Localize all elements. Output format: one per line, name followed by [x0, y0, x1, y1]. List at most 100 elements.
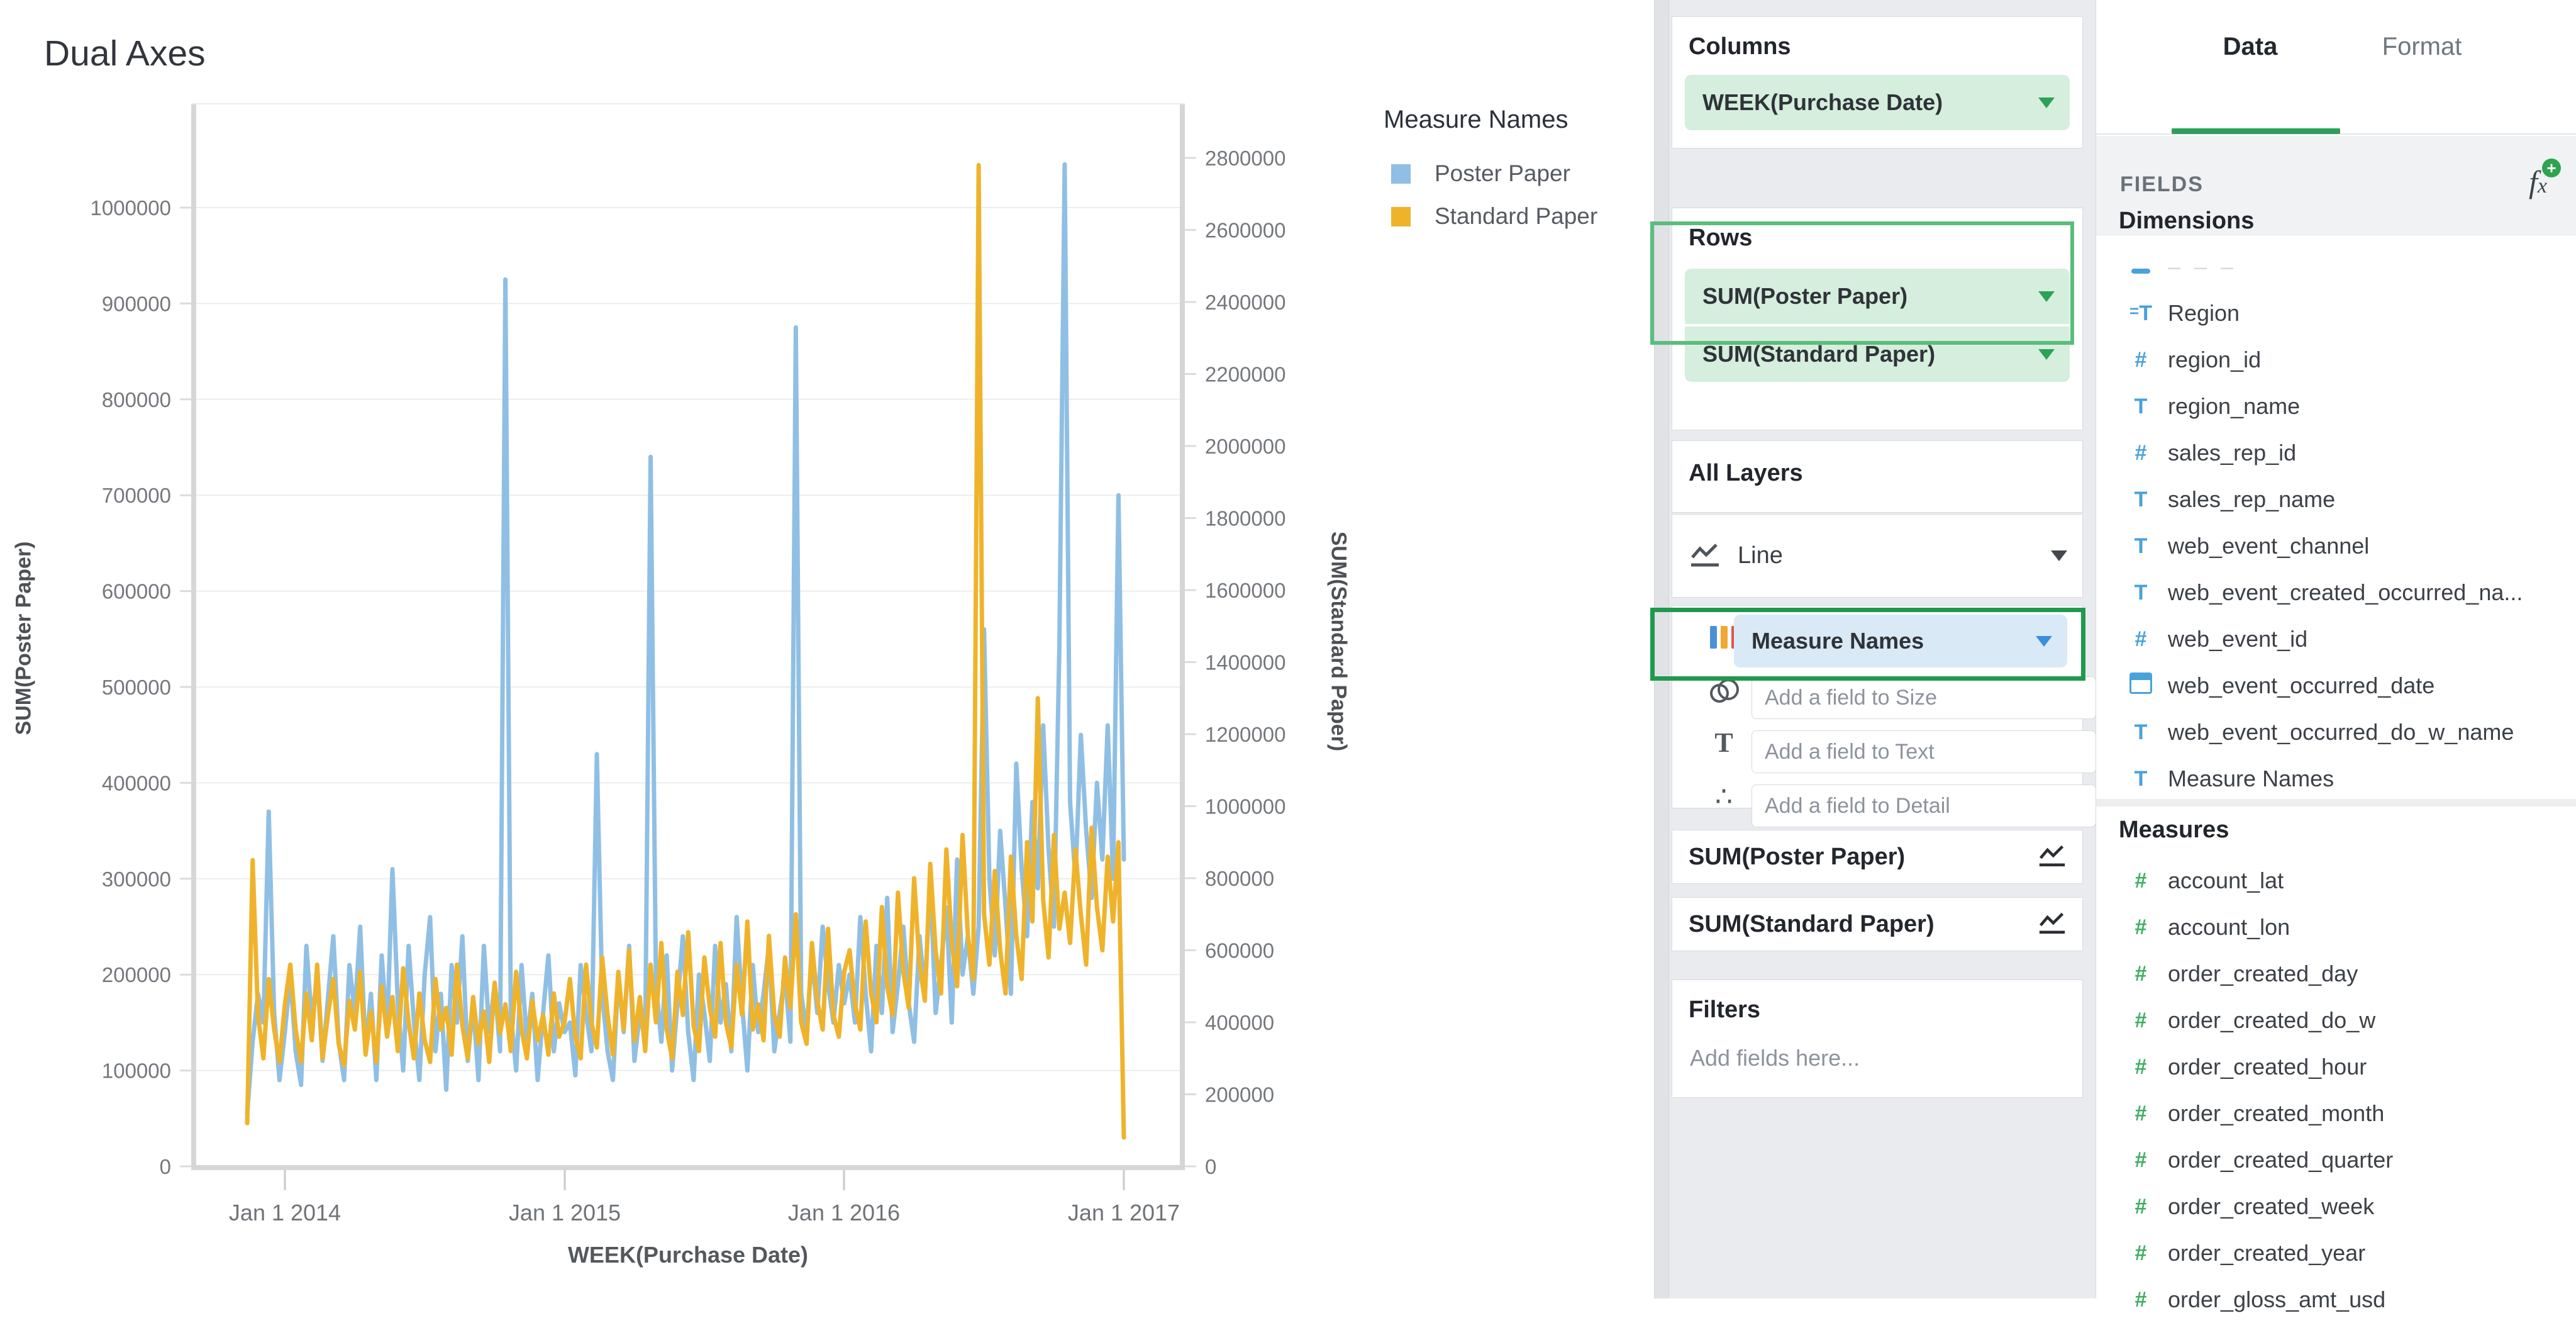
- field-row-account-lon[interactable]: # account_lon: [2096, 904, 2576, 951]
- legend-item-poster[interactable]: Poster Paper: [1384, 160, 1635, 187]
- pill-measure-names[interactable]: Measure Names: [1734, 615, 2067, 667]
- right-axis-tick-label: 1200000: [1205, 723, 1285, 746]
- create-calculated-field-icon[interactable]: fx: [2529, 164, 2547, 200]
- calculated-text-field-icon: =T: [2125, 301, 2157, 326]
- chevron-down-icon[interactable]: [2051, 550, 2067, 561]
- text-field-icon: T: [2125, 488, 2157, 512]
- mark-type-selector[interactable]: Line: [1672, 514, 2083, 598]
- measure-card-standard[interactable]: SUM(Standard Paper): [1672, 897, 2083, 951]
- calendar-icon: [2125, 673, 2157, 700]
- field-row-order-created-year[interactable]: #order_created_year: [2096, 1230, 2576, 1276]
- legend-title: Measure Names: [1384, 106, 1635, 134]
- chevron-down-icon[interactable]: [2038, 291, 2055, 302]
- field-row-region-name[interactable]: Tregion_name: [2096, 383, 2576, 430]
- number-field-icon: #: [2125, 348, 2157, 372]
- field-label: account_lon: [2168, 914, 2290, 941]
- left-axis-tick-label: 400000: [102, 771, 171, 795]
- field-label: – – –: [2168, 254, 2237, 280]
- field-row-order-gloss-amt-usd[interactable]: # order_gloss_amt_usd: [2096, 1276, 2576, 1323]
- field-row-sales-rep-name[interactable]: Tsales_rep_name: [2096, 476, 2576, 523]
- chevron-down-icon[interactable]: [2038, 98, 2055, 108]
- left-axis-tick-label: 0: [160, 1155, 171, 1178]
- chevron-down-icon[interactable]: [2036, 636, 2052, 647]
- number-field-icon: #: [2125, 962, 2157, 986]
- field-label: Measure Names: [2168, 766, 2334, 792]
- left-axis-tick-label: 200000: [102, 963, 171, 986]
- field-label: web_event_occurred_date: [2168, 673, 2434, 699]
- field-row-order-created-week[interactable]: #order_created_week: [2096, 1183, 2576, 1230]
- field-row-account-lat[interactable]: #account_lat: [2096, 857, 2576, 904]
- field-row-order-created-do-w[interactable]: #order_created_do_w: [2096, 997, 2576, 1044]
- field-label: order_created_day: [2168, 961, 2358, 987]
- field-row-web-event-occurred-date[interactable]: web_event_occurred_date: [2096, 662, 2576, 709]
- mark-type-label: Line: [1738, 542, 2051, 569]
- right-axis-title: SUM(Standard Paper): [1326, 421, 1351, 862]
- right-axis-tick-label: 200000: [1205, 1083, 1274, 1107]
- measure-card-poster[interactable]: SUM(Poster Paper): [1672, 830, 2083, 884]
- number-field-icon: #: [2125, 1008, 2157, 1033]
- field-row-web-event-created-occurred-na-[interactable]: Tweb_event_created_occurred_na...: [2096, 569, 2576, 616]
- pill-label: Measure Names: [1752, 628, 2036, 654]
- size-icon: [1705, 679, 1743, 707]
- field-row-order-created-hour[interactable]: #order_created_hour: [2096, 1044, 2576, 1090]
- x-axis-tick-label: Jan 1 2016: [788, 1200, 900, 1225]
- pill-sum-standard-paper[interactable]: SUM(Standard Paper): [1685, 327, 2070, 382]
- tab-data[interactable]: Data: [2200, 33, 2301, 61]
- chevron-down-icon[interactable]: [2038, 349, 2055, 360]
- number-field-icon: #: [2125, 1055, 2157, 1080]
- filters-shelf[interactable]: Filters Add fields here...: [1672, 980, 2083, 1098]
- field-row-order-created-month[interactable]: #order_created_month: [2096, 1090, 2576, 1137]
- field-row-order-created-quarter[interactable]: #order_created_quarter: [2096, 1137, 2576, 1183]
- size-field-input[interactable]: [1752, 676, 2096, 719]
- right-axis-tick-label: 1800000: [1205, 507, 1285, 530]
- text-icon: T: [1705, 727, 1743, 759]
- tab-format[interactable]: Format: [2365, 33, 2479, 61]
- chart-series: [247, 164, 1124, 1137]
- pill-label: WEEK(Purchase Date): [1702, 89, 2038, 116]
- field-label: region_name: [2168, 393, 2300, 420]
- x-axis-tick-label: Jan 1 2014: [229, 1200, 341, 1225]
- field-label: region_id: [2168, 347, 2261, 373]
- field-label: order_gloss_amt_usd: [2168, 1287, 2385, 1313]
- right-axis-tick-label: 1000000: [1205, 795, 1285, 818]
- field-row-sales-rep-id[interactable]: #sales_rep_id: [2096, 430, 2576, 476]
- marks-card: Measure Names T ∴: [1672, 605, 2083, 808]
- field-label: sales_rep_name: [2168, 486, 2335, 513]
- detail-field-input[interactable]: [1752, 784, 2096, 827]
- legend-item-standard[interactable]: Standard Paper: [1384, 203, 1635, 230]
- legend-item-label: Standard Paper: [1435, 203, 1597, 230]
- all-layers-card: All Layers: [1672, 440, 2083, 513]
- number-field-icon: #: [2125, 1288, 2157, 1312]
- measures-header: Measures: [2119, 817, 2229, 844]
- text-field-icon: T: [2125, 720, 2157, 745]
- text-field-icon: T: [2125, 394, 2157, 419]
- poster-paper-swatch-icon: [1391, 164, 1411, 184]
- field-label: order_created_quarter: [2168, 1147, 2393, 1173]
- field-row-region-id[interactable]: # region_id: [2096, 337, 2576, 383]
- field-row-web-event-channel[interactable]: Tweb_event_channel: [2096, 523, 2576, 569]
- shelf-panel-scrollbar[interactable]: [1654, 0, 1669, 1298]
- dash-icon: [2125, 255, 2157, 279]
- field-row-region[interactable]: =TRegion: [2096, 290, 2576, 337]
- right-axis-tick-label: 2800000: [1205, 147, 1285, 170]
- field-row-measure-names[interactable]: TMeasure Names: [2096, 756, 2576, 802]
- right-axis-tick-label: 0: [1205, 1155, 1216, 1178]
- text-field-input[interactable]: [1752, 730, 2096, 773]
- field-label: account_lat: [2168, 868, 2284, 894]
- left-axis-tick-label: 500000: [102, 676, 171, 699]
- line-chart-icon: [1689, 541, 1721, 571]
- columns-shelf: Columns WEEK(Purchase Date): [1672, 16, 2083, 148]
- chart-tick-labels: 0100000200000300000400000500000600000700…: [91, 147, 1286, 1225]
- text-field-icon: T: [2125, 581, 2157, 605]
- pill-sum-poster-paper[interactable]: SUM(Poster Paper): [1685, 269, 2070, 324]
- field-row-order-created-day[interactable]: # order_created_day: [2096, 951, 2576, 997]
- rows-shelf: Rows SUM(Poster Paper) SUM(Standard Pape…: [1672, 208, 2083, 430]
- field-row-faded[interactable]: – – –: [2096, 243, 2576, 290]
- data-panel: Data Format FIELDS fx Dimensions – – –=T…: [2096, 0, 2576, 1298]
- pill-week-purchase-date[interactable]: WEEK(Purchase Date): [1685, 75, 2070, 130]
- right-axis-tick-label: 1600000: [1205, 579, 1285, 602]
- number-field-icon: #: [2125, 915, 2157, 940]
- field-row-web-event-id[interactable]: #web_event_id: [2096, 616, 2576, 662]
- field-row-web-event-occurred-do-w-name[interactable]: Tweb_event_occurred_do_w_name: [2096, 709, 2576, 756]
- columns-shelf-header: Columns: [1689, 33, 2082, 60]
